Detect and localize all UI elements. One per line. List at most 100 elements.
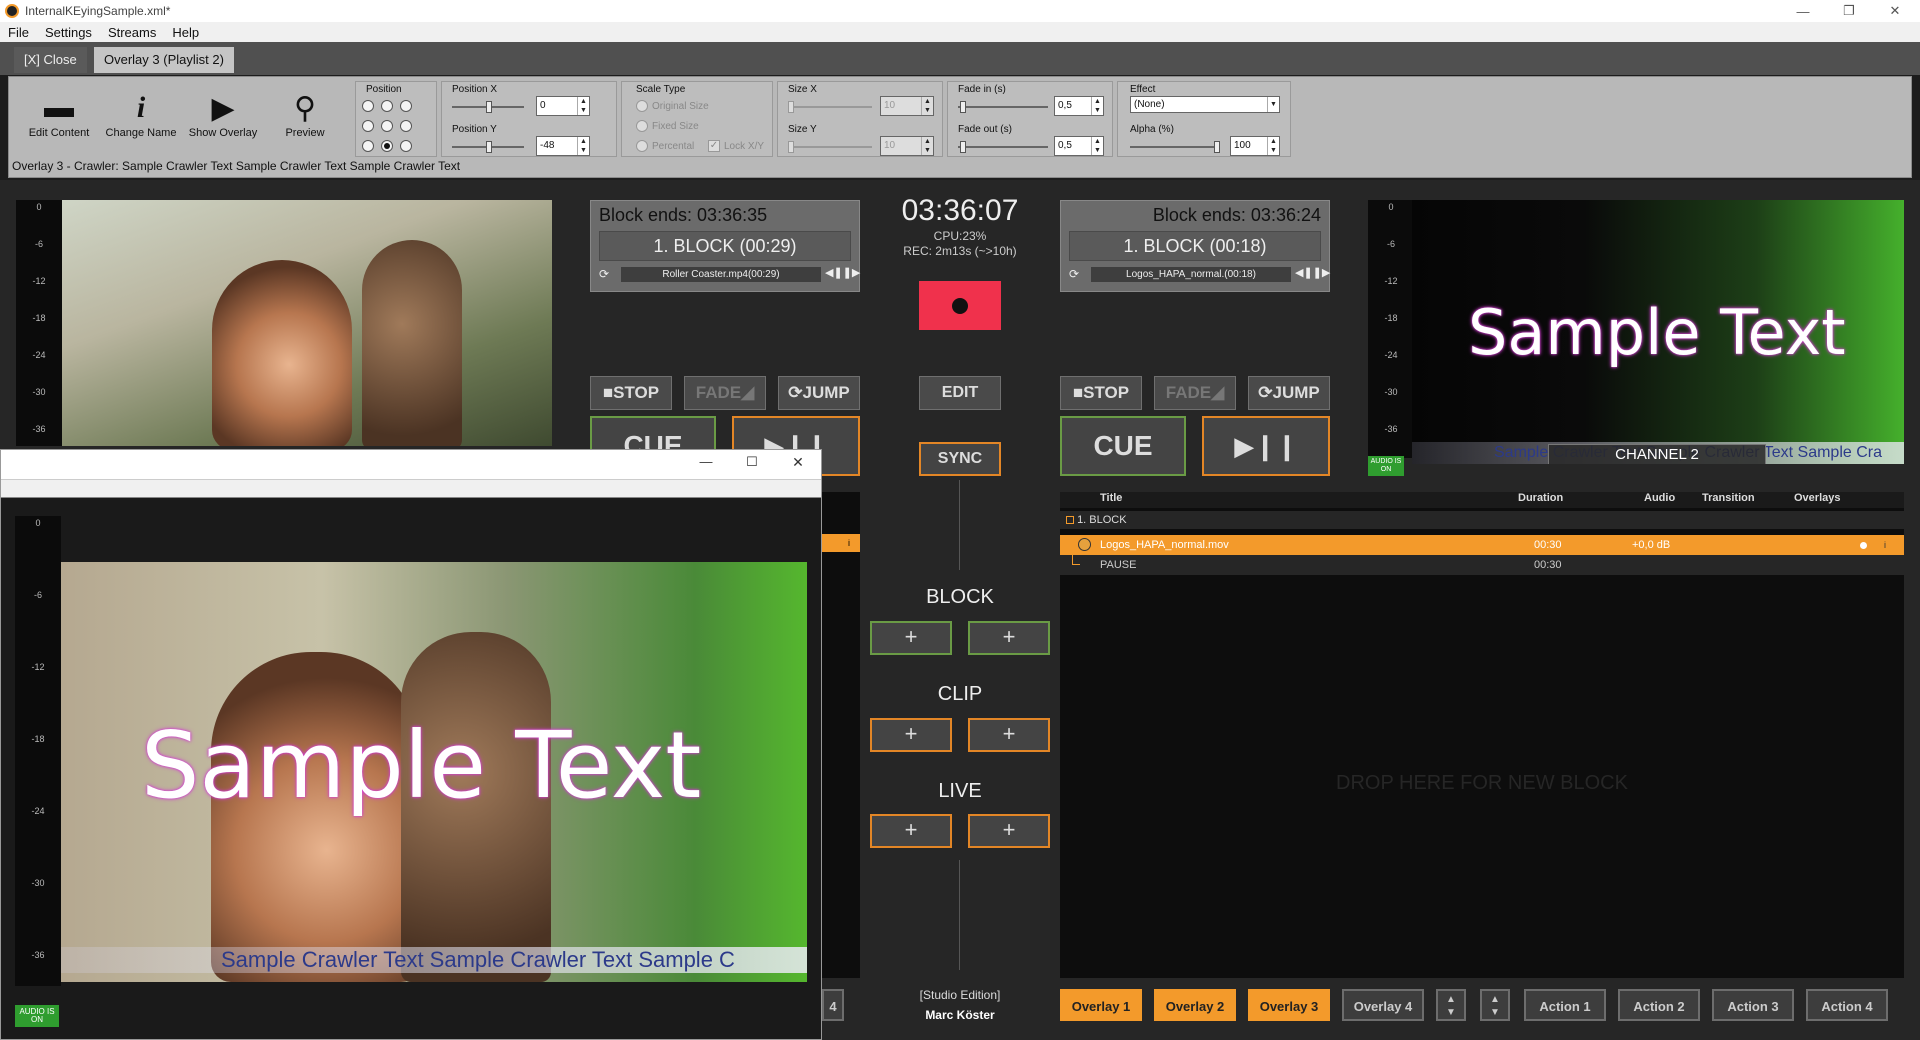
position-bottom-left[interactable]: [362, 140, 374, 152]
right-stop-button[interactable]: ■STOP: [1060, 376, 1142, 410]
effect-select[interactable]: (None) ▼: [1130, 96, 1280, 113]
size-y-slider[interactable]: [788, 141, 872, 153]
move-up-down-button-2[interactable]: ▲ ▼: [1480, 989, 1510, 1021]
header-title[interactable]: Title: [1100, 492, 1122, 504]
right-fade-button[interactable]: FADE◢: [1154, 376, 1236, 410]
person-face: [212, 260, 352, 446]
lock-xy-checkbox[interactable]: ✓: [708, 140, 720, 152]
action-2-button[interactable]: Action 2: [1618, 989, 1700, 1021]
fade-out-input[interactable]: 0,5 ▲ ▼: [1054, 136, 1104, 156]
restore-icon[interactable]: ❐: [1826, 0, 1872, 22]
size-x-slider[interactable]: [788, 101, 872, 113]
action-3-button[interactable]: Action 3: [1712, 989, 1794, 1021]
block-row[interactable]: 1. BLOCK: [1060, 511, 1904, 529]
fade-in-slider[interactable]: [958, 101, 1048, 113]
add-clip-left-button[interactable]: +: [870, 718, 952, 752]
row-info-icon[interactable]: i: [1884, 535, 1886, 555]
size-y-input[interactable]: 10 ▲ ▼: [880, 136, 934, 156]
block-row-name: 1. BLOCK: [1077, 514, 1127, 526]
size-x-input[interactable]: 10 ▲ ▼: [880, 96, 934, 116]
fade-in-input[interactable]: 0,5 ▲ ▼: [1054, 96, 1104, 116]
header-transition[interactable]: Transition: [1702, 492, 1755, 504]
meter-tick: -6: [33, 590, 42, 600]
edit-button[interactable]: EDIT: [919, 376, 1001, 410]
position-bottom-center[interactable]: [381, 140, 393, 152]
right-jump-button[interactable]: ⟳JUMP: [1248, 376, 1330, 410]
overlay-1-button[interactable]: Overlay 1: [1060, 989, 1142, 1021]
header-overlays[interactable]: Overlays: [1794, 492, 1840, 504]
left-prev-next-icon[interactable]: ◀❚❚▶: [825, 266, 860, 279]
preview-button[interactable]: ⚲ Preview: [263, 89, 347, 149]
left-fade-button[interactable]: FADE◢: [684, 376, 766, 410]
left-stop-button[interactable]: ■STOP: [590, 376, 672, 410]
right-cue-button[interactable]: CUE: [1060, 416, 1186, 476]
meter-tick: -30: [1384, 387, 1398, 397]
arrow-up-icon: ▲: [1446, 994, 1456, 1005]
maximize-icon[interactable]: ☐: [729, 454, 775, 476]
position-x-input[interactable]: 0 ▲ ▼: [536, 96, 590, 116]
alpha-slider[interactable]: [1130, 141, 1220, 153]
add-block-left-button[interactable]: +: [870, 621, 952, 655]
menu-file[interactable]: File: [0, 25, 37, 40]
menu-settings[interactable]: Settings: [37, 25, 100, 40]
tab-close[interactable]: [X] Close: [14, 47, 87, 73]
record-button[interactable]: [919, 281, 1001, 330]
left-jump-button[interactable]: ⟳JUMP: [778, 376, 860, 410]
left-playlist-row[interactable]: i: [822, 534, 860, 552]
menu-help[interactable]: Help: [164, 25, 207, 40]
right-video-preview: Sample Text Sample Crawler Text Sample C…: [1412, 200, 1904, 464]
edit-content-button[interactable]: ▬ Edit Content: [17, 89, 101, 149]
position-y-input[interactable]: -48 ▲ ▼: [536, 136, 590, 156]
position-x-slider[interactable]: [452, 101, 524, 113]
action-1-button[interactable]: Action 1: [1524, 989, 1606, 1021]
right-prev-next-icon[interactable]: ◀❚❚▶: [1295, 266, 1330, 279]
scale-original-radio[interactable]: [636, 100, 648, 112]
tab-overlay-3[interactable]: Overlay 3 (Playlist 2): [94, 47, 234, 73]
scale-percental-radio[interactable]: [636, 140, 648, 152]
right-block-name[interactable]: 1. BLOCK (00:18): [1069, 231, 1321, 261]
info-icon: i: [136, 91, 146, 124]
close-icon[interactable]: ✕: [1872, 0, 1918, 22]
minimize-icon[interactable]: —: [1780, 0, 1826, 22]
header-duration[interactable]: Duration: [1518, 492, 1563, 504]
fade-out-slider[interactable]: [958, 141, 1048, 153]
alpha-input[interactable]: 100 ▲ ▼: [1230, 136, 1280, 156]
position-middle-left[interactable]: [362, 120, 374, 132]
add-live-left-button[interactable]: +: [870, 814, 952, 848]
overlay-4-button[interactable]: Overlay 4: [1342, 989, 1424, 1021]
position-middle-center[interactable]: [381, 120, 393, 132]
left-loop-icon[interactable]: ⟳: [599, 267, 609, 281]
playlist-row-logos[interactable]: Logos_HAPA_normal.mov 00:30 +0,0 dB i: [1060, 535, 1904, 555]
header-audio[interactable]: Audio: [1644, 492, 1675, 504]
position-middle-right[interactable]: [400, 120, 412, 132]
show-overlay-button[interactable]: ▶ Show Overlay: [181, 89, 265, 149]
change-name-button[interactable]: i Change Name: [99, 89, 183, 149]
left-action-button-partial[interactable]: 4: [822, 989, 844, 1021]
right-play-pause-button[interactable]: ▶❙❙: [1202, 416, 1330, 476]
record-icon: [952, 297, 968, 314]
left-block-name[interactable]: 1. BLOCK (00:29): [599, 231, 851, 261]
scale-fixed-radio[interactable]: [636, 120, 648, 132]
position-top-right[interactable]: [400, 100, 412, 112]
menu-streams[interactable]: Streams: [100, 25, 164, 40]
meter-tick: -24: [31, 806, 45, 816]
action-4-button[interactable]: Action 4: [1806, 989, 1888, 1021]
move-up-down-button-1[interactable]: ▲ ▼: [1436, 989, 1466, 1021]
add-clip-right-button[interactable]: +: [968, 718, 1050, 752]
position-top-left[interactable]: [362, 100, 374, 112]
right-loop-icon[interactable]: ⟳: [1069, 267, 1079, 281]
minimize-icon[interactable]: —: [683, 454, 729, 476]
right-block-ends: Block ends: 03:36:24: [1152, 205, 1321, 225]
position-bottom-right[interactable]: [400, 140, 412, 152]
playlist-header: Title Duration Audio Transition Overlays: [1060, 492, 1904, 508]
position-y-slider[interactable]: [452, 141, 524, 153]
add-live-right-button[interactable]: +: [968, 814, 1050, 848]
add-block-right-button[interactable]: +: [968, 621, 1050, 655]
overlay-3-button[interactable]: Overlay 3: [1248, 989, 1330, 1021]
close-icon[interactable]: ✕: [775, 454, 821, 476]
overlay-2-button[interactable]: Overlay 2: [1154, 989, 1236, 1021]
sync-button[interactable]: SYNC: [919, 442, 1001, 476]
playlist-row-pause[interactable]: PAUSE 00:30: [1060, 555, 1904, 575]
meter-tick: -36: [31, 950, 45, 960]
position-top-center[interactable]: [381, 100, 393, 112]
